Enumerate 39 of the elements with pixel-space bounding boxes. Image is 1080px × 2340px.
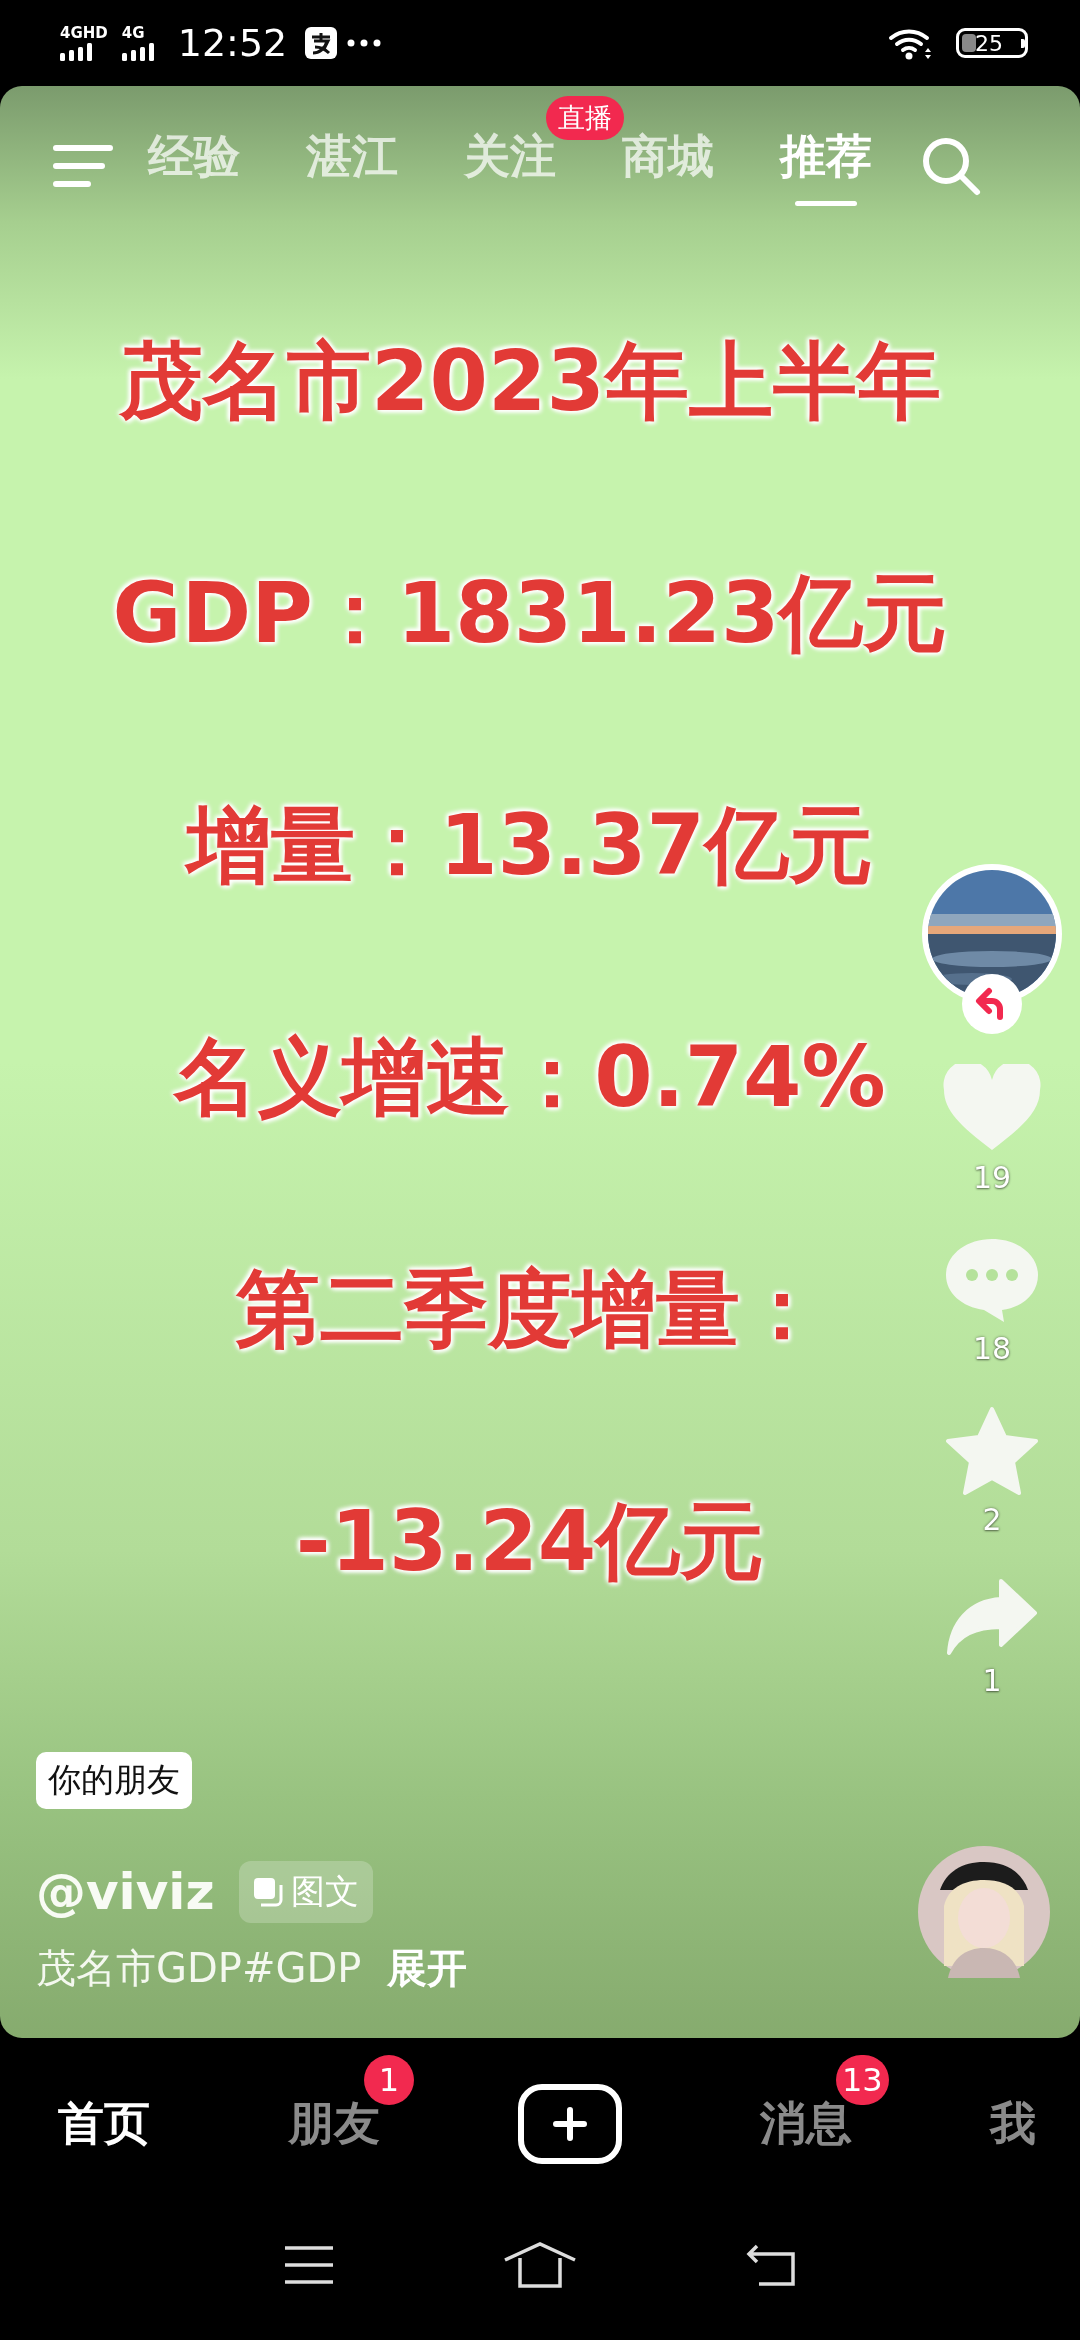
post-type-label: 图文 — [290, 1870, 359, 1913]
back-icon[interactable] — [744, 2244, 797, 2286]
clock: 12:52 — [177, 21, 288, 65]
network-label: 4GHD — [60, 25, 108, 41]
app-icon — [305, 27, 338, 59]
action-count: 2 — [982, 1502, 1002, 1537]
feed-tab[interactable]: 推荐 — [780, 126, 872, 206]
poster-text: 茂名市2023年上半年 — [119, 331, 941, 432]
signal-icon — [60, 42, 94, 61]
feed-tab[interactable]: 湛江 — [306, 126, 398, 206]
caption: 茂名市GDP#GDP — [36, 1944, 362, 1993]
nav-tab[interactable]: 我 — [990, 2093, 1036, 2155]
wifi-icon — [888, 26, 934, 60]
poster-text: 第二季度增量： — [236, 1259, 824, 1360]
more-icon — [347, 39, 382, 47]
network-label: 4G — [121, 25, 145, 41]
poster-text: -13.24亿元 — [295, 1491, 765, 1592]
avatar-icon[interactable] — [918, 1846, 1050, 1978]
plus-icon — [553, 2107, 587, 2141]
feed-tab[interactable]: 商城 — [622, 126, 714, 206]
nav-tab[interactable]: 首页 — [58, 2093, 150, 2155]
create-button[interactable] — [518, 2084, 622, 2164]
action-count: 18 — [972, 1331, 1012, 1366]
count-badge: 1 — [364, 2055, 414, 2105]
images-icon — [252, 1877, 283, 1907]
author-name[interactable]: @viviz — [36, 1863, 215, 1921]
expand-link[interactable]: 展开 — [387, 1941, 468, 1996]
battery-icon: 25 — [956, 28, 1028, 58]
count-badge: 13 — [836, 2055, 889, 2105]
feed-tab[interactable]: 经验 — [148, 126, 240, 206]
action-count: 19 — [972, 1160, 1012, 1195]
friend-tag: 你的朋友 — [36, 1752, 192, 1809]
action-count: 1 — [982, 1663, 1002, 1698]
poster-text: GDP：1831.23亿元 — [112, 563, 948, 664]
menu-icon[interactable] — [283, 2245, 336, 2285]
home-icon[interactable] — [502, 2242, 578, 2288]
signal-icon — [121, 42, 156, 61]
poster-text: 名义增速：0.74% — [174, 1027, 886, 1128]
star-icon[interactable] — [945, 1406, 1039, 1496]
